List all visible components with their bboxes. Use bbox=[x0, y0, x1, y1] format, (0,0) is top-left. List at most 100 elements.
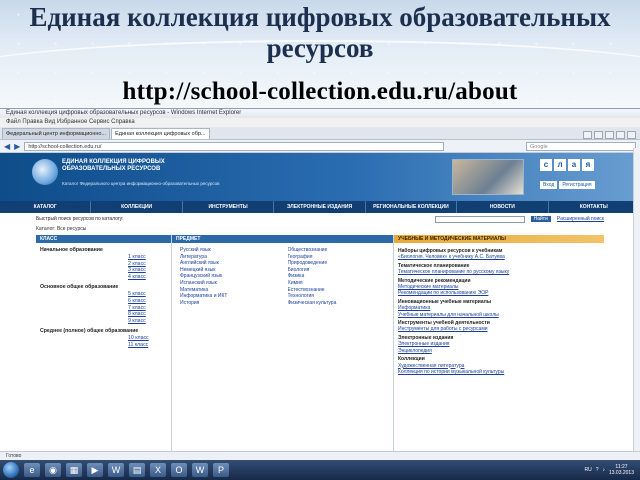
subjects-column-header: ПРЕДМЕТ bbox=[172, 235, 393, 243]
powerpoint-icon[interactable]: P bbox=[213, 463, 229, 477]
site-search-input[interactable] bbox=[434, 215, 525, 223]
subject-link[interactable]: Французский язык bbox=[180, 273, 282, 280]
feeds-icon[interactable] bbox=[594, 131, 603, 139]
subject-link[interactable]: Естествознание bbox=[288, 287, 390, 294]
materials-list: Наборы цифровых ресурсов к учебникам «Био… bbox=[394, 243, 604, 378]
grades-column: КЛАСС Начальное образование 1 класс 2 клас… bbox=[36, 235, 172, 465]
grade-link[interactable]: 10 класс bbox=[128, 335, 171, 342]
browser-tab-strip: Федеральный центр информационно... Едина… bbox=[0, 127, 640, 140]
browser-toolbar bbox=[583, 131, 636, 139]
search-input[interactable]: Google bbox=[526, 141, 636, 151]
globe-logo-icon[interactable] bbox=[32, 159, 58, 185]
browser-tab[interactable]: Федеральный центр информационно... bbox=[2, 128, 111, 139]
grade-link[interactable]: 1 класс bbox=[128, 254, 171, 261]
subject-link[interactable]: Физическая культура bbox=[288, 300, 390, 307]
nav-news[interactable]: НОВОСТИ bbox=[457, 201, 549, 213]
level-title[interactable]: Основное общее образование bbox=[40, 284, 171, 290]
site-search-button[interactable]: Найти bbox=[530, 216, 551, 222]
browser-menu-bar[interactable]: Файл Правка Вид Избранное Сервис Справка bbox=[0, 118, 640, 127]
materials-link[interactable]: Коллекция по истории музыкальной культур… bbox=[398, 369, 600, 375]
login-button[interactable]: Вход bbox=[540, 181, 558, 189]
subjects-column: ПРЕДМЕТ Русский язык Литература Английский… bbox=[172, 235, 394, 465]
home-icon[interactable] bbox=[583, 131, 592, 139]
nav-tools[interactable]: ИНСТРУМЕНТЫ bbox=[183, 201, 275, 213]
materials-link[interactable]: Тематическое планирование по русскому яз… bbox=[398, 269, 600, 275]
ie-icon[interactable]: e bbox=[24, 463, 40, 477]
folder-icon[interactable]: ▤ bbox=[129, 463, 145, 477]
grades-column-header: КЛАСС bbox=[36, 235, 171, 243]
nav-regional[interactable]: РЕГИОНАЛЬНЫЕ КОЛЛЕКЦИИ bbox=[366, 201, 458, 213]
site-search-row: Быстрый поиск ресурсов по каталогу: Найт… bbox=[0, 213, 640, 225]
subject-link[interactable]: География bbox=[288, 254, 390, 261]
subject-link[interactable]: Физика bbox=[288, 273, 390, 280]
subject-link[interactable]: Литература bbox=[180, 254, 282, 261]
grade-link[interactable]: 9 класс bbox=[128, 318, 171, 325]
header-tile: а bbox=[568, 159, 580, 171]
clock-date: 13.03.2013 bbox=[608, 470, 634, 476]
back-icon[interactable]: ◀ bbox=[4, 142, 10, 151]
subject-link[interactable]: История bbox=[180, 300, 282, 307]
page-icon[interactable] bbox=[616, 131, 625, 139]
grade-link[interactable]: 2 класс bbox=[128, 261, 171, 268]
advanced-search-link[interactable]: Расширенный поиск bbox=[557, 216, 604, 222]
word-icon[interactable]: W bbox=[108, 463, 124, 477]
subject-link[interactable]: Природоведение bbox=[288, 260, 390, 267]
subject-link[interactable]: Немецкий язык bbox=[180, 267, 282, 274]
materials-link[interactable]: Инструменты для работы с ресурсами bbox=[398, 326, 600, 332]
header-tile: я bbox=[582, 159, 594, 171]
subject-link[interactable]: Информатика и ИКТ bbox=[180, 293, 282, 300]
nav-collections[interactable]: КОЛЛЕКЦИИ bbox=[91, 201, 183, 213]
vertical-scrollbar[interactable] bbox=[633, 148, 640, 451]
nav-catalog[interactable]: КАТАЛОГ bbox=[0, 201, 92, 213]
word2-icon[interactable]: W bbox=[192, 463, 208, 477]
subjects-list-b: Обществознание География Природоведение Био… bbox=[288, 247, 390, 306]
subject-link[interactable]: Английский язык bbox=[180, 260, 282, 267]
materials-link[interactable]: Рекомендации по использованию ЭОР bbox=[398, 290, 600, 296]
browser-tab-active[interactable]: Единая коллекция цифровых обр... bbox=[111, 128, 210, 139]
subject-link[interactable]: Математика bbox=[180, 287, 282, 294]
firefox-icon[interactable]: ◉ bbox=[45, 463, 61, 477]
tools-icon[interactable] bbox=[627, 131, 636, 139]
register-button[interactable]: Регистрация bbox=[559, 181, 595, 189]
subject-link[interactable]: Испанский язык bbox=[180, 280, 282, 287]
materials-link[interactable]: Учебные материалы для начальной школы bbox=[398, 312, 600, 318]
outlook-icon[interactable]: O bbox=[171, 463, 187, 477]
grade-link[interactable]: 11 класс bbox=[128, 342, 171, 349]
explorer-icon[interactable]: ▦ bbox=[66, 463, 82, 477]
forward-icon[interactable]: ▶ bbox=[14, 142, 20, 151]
start-button[interactable] bbox=[3, 462, 19, 478]
address-bar: ◀ ▶ http://school-collection.edu.ru/ Goo… bbox=[0, 140, 640, 153]
browser-title-bar: Единая коллекция цифровых образовательны… bbox=[0, 109, 640, 118]
nav-e-editions[interactable]: ЭЛЕКТРОННЫЕ ИЗДАНИЯ bbox=[274, 201, 366, 213]
language-indicator[interactable]: RU bbox=[584, 467, 591, 473]
subject-link[interactable]: Обществознание bbox=[288, 247, 390, 254]
media-icon[interactable]: ▶ bbox=[87, 463, 103, 477]
level-title[interactable]: Среднее (полное) общее образование bbox=[40, 328, 171, 334]
subject-link[interactable]: Биология bbox=[288, 267, 390, 274]
subject-link[interactable]: Химия bbox=[288, 280, 390, 287]
materials-link[interactable]: Энциклопедия bbox=[398, 348, 600, 354]
subject-link[interactable]: Русский язык bbox=[180, 247, 282, 254]
taskbar: e ◉ ▦ ▶ W ▤ X O W P RU ? ♪ 11:27 13.03.2… bbox=[0, 460, 640, 480]
print-icon[interactable] bbox=[605, 131, 614, 139]
header-photo bbox=[452, 159, 524, 195]
site-nav: КАТАЛОГ КОЛЛЕКЦИИ ИНСТРУМЕНТЫ ЭЛЕКТРОННЫ… bbox=[0, 201, 640, 213]
grade-link[interactable]: 8 класс bbox=[128, 311, 171, 318]
grade-link[interactable]: 6 класс bbox=[128, 298, 171, 305]
help-icon[interactable]: ? bbox=[596, 467, 599, 473]
grade-link[interactable]: 4 класс bbox=[128, 274, 171, 281]
excel-icon[interactable]: X bbox=[150, 463, 166, 477]
grade-link[interactable]: 5 класс bbox=[128, 291, 171, 298]
materials-column-header: УЧЕБНЫЕ И МЕТОДИЧЕСКИЕ МАТЕРИАЛЫ bbox=[394, 235, 604, 243]
level-title[interactable]: Начальное образование bbox=[40, 247, 171, 253]
slide-url: http://school-collection.edu.ru/about bbox=[122, 78, 518, 105]
address-input[interactable]: http://school-collection.edu.ru/ bbox=[24, 141, 445, 151]
clock[interactable]: 11:27 13.03.2013 bbox=[609, 464, 634, 476]
grade-link[interactable]: 7 класс bbox=[128, 305, 171, 312]
volume-icon[interactable]: ♪ bbox=[602, 467, 605, 473]
grade-link[interactable]: 3 класс bbox=[128, 267, 171, 274]
subject-link[interactable]: Технология bbox=[288, 293, 390, 300]
grade-list: 10 класс 11 класс bbox=[36, 335, 171, 348]
materials-link[interactable]: «Биология. Человек» к учебнику А.С. Бату… bbox=[398, 254, 600, 260]
nav-contacts[interactable]: КОНТАКТЫ bbox=[549, 201, 640, 213]
